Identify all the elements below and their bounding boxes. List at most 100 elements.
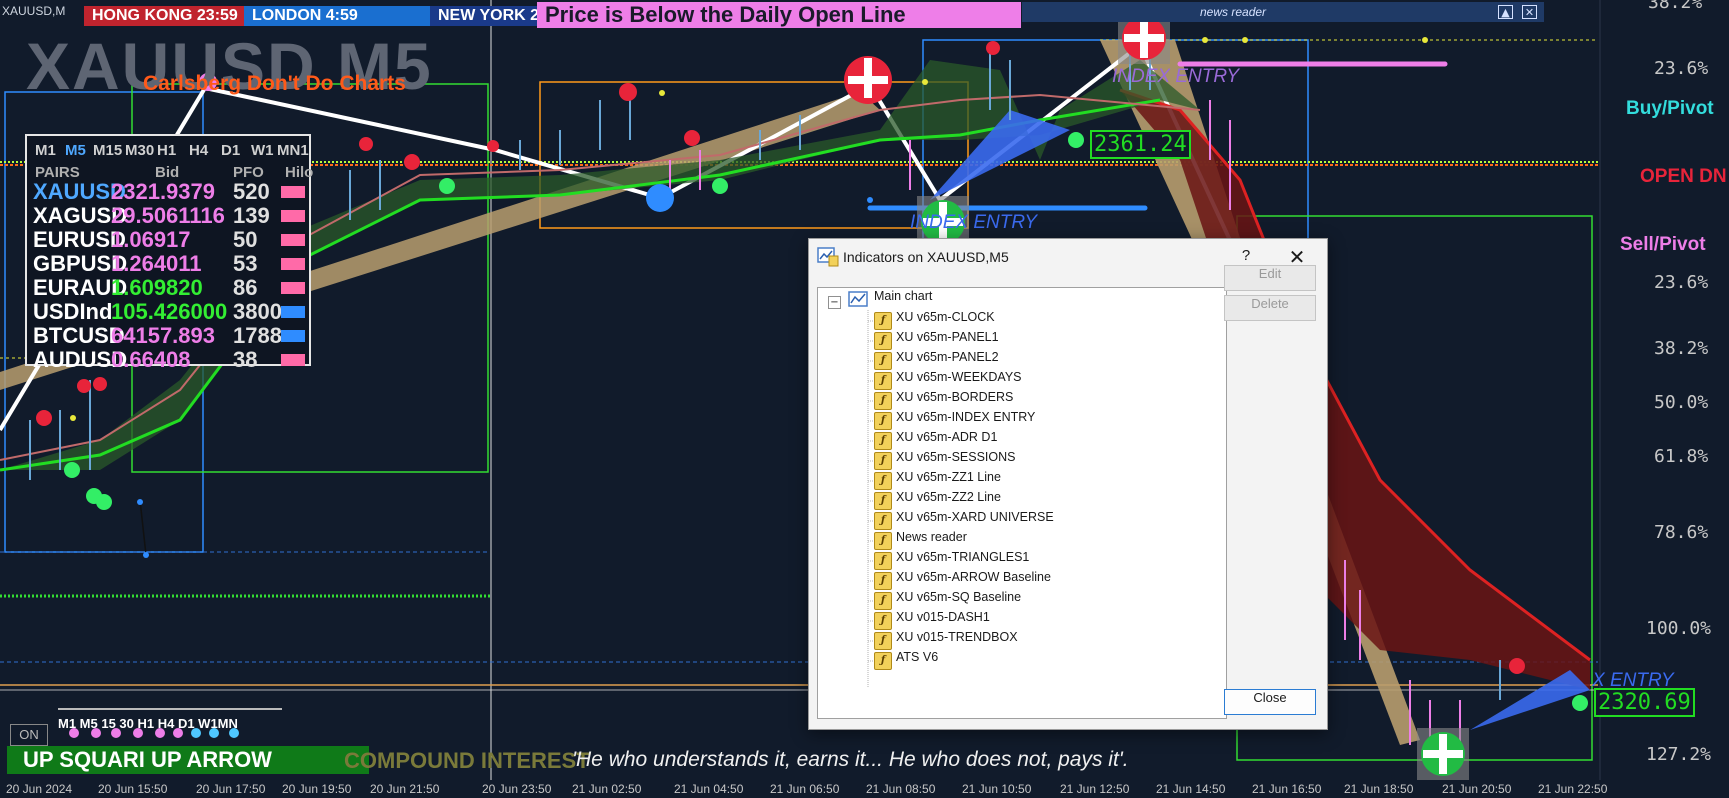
delete-button[interactable]: Delete	[1224, 295, 1316, 321]
indicator-fx-icon: ƒ	[874, 412, 892, 430]
indicator-item[interactable]: XU v65m-WEEKDAYS	[896, 370, 1022, 390]
pair-row[interactable]: GBPUSD 1.264011 53	[33, 252, 305, 276]
upper-price-label: 2361.24	[1090, 130, 1191, 159]
tf-d1[interactable]: D1	[221, 142, 240, 159]
time-tick-label: 21 Jun 10:50	[962, 782, 1032, 796]
pair-symbol: USDInd	[33, 299, 113, 324]
indicator-item[interactable]: XU v65m-PANEL1	[896, 330, 999, 350]
current-price-label: 2320.69	[1594, 688, 1695, 717]
indicator-item[interactable]: XU v65m-ARROW Baseline	[896, 570, 1051, 590]
indicator-fx-icon: ƒ	[874, 372, 892, 390]
indicator-item[interactable]: XU v65m-PANEL2	[896, 350, 999, 370]
open-line-label: OPEN DN	[1640, 166, 1727, 187]
indicator-fx-icon: ƒ	[874, 432, 892, 450]
time-tick-label: 21 Jun 20:50	[1442, 782, 1512, 796]
indicator-item[interactable]: XU v65m-INDEX ENTRY	[896, 410, 1035, 430]
indicator-item[interactable]: XU v65m-ADR D1	[896, 430, 997, 450]
time-tick-label: 20 Jun 15:50	[98, 782, 168, 796]
indicators-icon	[817, 247, 839, 267]
time-tick-label: 20 Jun 17:50	[196, 782, 266, 796]
index-entry-label: INDEX ENTRY	[910, 212, 1038, 233]
indicator-fx-icon: ƒ	[874, 472, 892, 490]
index-entry-label: INDEX ENTRY	[1112, 66, 1240, 87]
tree-collapse-icon[interactable]: −	[828, 296, 841, 309]
tf-m15[interactable]: M15	[93, 142, 122, 159]
pair-row[interactable]: USDInd 105.426000 3800	[33, 300, 305, 324]
time-tick-label: 20 Jun 19:50	[282, 782, 352, 796]
indicator-item[interactable]: XU v65m-ZZ1 Line	[896, 470, 1001, 490]
tf-m5[interactable]: M5	[65, 142, 86, 159]
sell-signal-icon	[844, 56, 892, 104]
pair-row[interactable]: XAGUSD 29.5061116 139	[33, 204, 305, 228]
pair-pfo: 50	[233, 227, 258, 252]
tf-h4[interactable]: H4	[189, 142, 208, 159]
indicator-item[interactable]: XU v65m-SQ Baseline	[896, 590, 1021, 610]
tf-m30[interactable]: M30	[125, 142, 154, 159]
tf-h1[interactable]: H1	[157, 142, 176, 159]
pair-pfo: 3800	[233, 299, 282, 324]
indicator-fx-icon: ƒ	[874, 632, 892, 650]
pair-row[interactable]: AUDUSD 0.66408 38	[33, 348, 305, 372]
fib-level: 61.8%	[1654, 446, 1709, 467]
pair-pfo: 1788	[233, 323, 282, 348]
clock-hong-kong: HONG KONG 23:59	[84, 6, 256, 26]
indicator-item[interactable]: XU v015-TRENDBOX	[896, 630, 1018, 650]
indicator-fx-icon: ƒ	[874, 552, 892, 570]
pair-row[interactable]: EURAUD 1.609820 86	[33, 276, 305, 300]
pair-bid: 64157.893	[111, 323, 215, 348]
price-position-banner: Price is Below the Daily Open Line	[537, 2, 1021, 28]
clock-london: LONDON 4:59	[244, 6, 440, 26]
indicator-item[interactable]: ATS V6	[896, 650, 938, 670]
pairs-panel: M1 M5 M15 M30 H1 H4 D1 W1 MN1 PAIRS Bid …	[25, 134, 314, 372]
indicator-item[interactable]: XU v65m-BORDERS	[896, 390, 1013, 410]
hilo-bar	[281, 354, 305, 366]
indicator-item[interactable]: XU v65m-ZZ2 Line	[896, 490, 1001, 510]
buy-signal-icon	[1417, 728, 1469, 780]
edit-button[interactable]: Edit	[1224, 265, 1316, 291]
indicator-item[interactable]: XU v015-DASH1	[896, 610, 990, 630]
time-tick-label: 20 Jun 2024	[6, 782, 73, 796]
hilo-bar	[281, 306, 305, 318]
sell-pivot-label: Sell/Pivot	[1620, 234, 1706, 255]
indicator-item[interactable]: XU v65m-XARD UNIVERSE	[896, 510, 1054, 530]
pair-row[interactable]: BTCUSD 64157.893 1788	[33, 324, 305, 348]
indicator-fx-icon: ƒ	[874, 532, 892, 550]
pair-bid: 1.609820	[111, 275, 203, 300]
pair-pfo: 38	[233, 347, 258, 372]
pair-row[interactable]: XAUUSD 2321.9379 520	[33, 180, 305, 204]
compound-interest-label: COMPOUND INTEREST	[344, 748, 590, 773]
pair-pfo: 86	[233, 275, 258, 300]
quote-text: 'He who understands it, earns it... He w…	[572, 748, 1129, 771]
indicator-item[interactable]: News reader	[896, 530, 967, 550]
indicator-item[interactable]: XU v65m-SESSIONS	[896, 450, 1015, 470]
dialog-title: Indicators on XAUUSD,M5	[843, 249, 1009, 265]
hilo-bar	[281, 282, 305, 294]
close-button[interactable]: Close	[1224, 689, 1316, 715]
pair-bid: 1.264011	[111, 251, 202, 276]
indicator-item[interactable]: XU v65m-TRIANGLES1	[896, 550, 1029, 570]
news-reader-bar[interactable]: news reader ▲ ✕	[1022, 2, 1544, 22]
indicator-item[interactable]: XU v65m-CLOCK	[896, 310, 995, 330]
on-toggle-button[interactable]: ON	[10, 724, 48, 746]
pair-row[interactable]: EURUSD 1.06917 50	[33, 228, 305, 252]
indicator-fx-icon: ƒ	[874, 352, 892, 370]
pair-bid: 1.06917	[111, 227, 191, 252]
tf-m1[interactable]: M1	[35, 142, 56, 159]
fib-level: 127.2%	[1646, 744, 1712, 765]
news-close-button[interactable]: ✕	[1522, 5, 1537, 19]
header-hilo: Hilo	[285, 164, 314, 181]
news-minimize-button[interactable]: ▲	[1498, 5, 1513, 19]
tf-mn1[interactable]: MN1	[277, 142, 309, 159]
indicator-fx-icon: ƒ	[874, 492, 892, 510]
indicator-fx-icon: ƒ	[874, 312, 892, 330]
tree-root-main-chart[interactable]: Main chart	[874, 289, 932, 309]
fib-level: 38.2%	[1654, 338, 1709, 359]
indicator-tree[interactable]: − Main chart ƒ XU v65m-CLOCK ƒ XU v65m-PANE…	[817, 287, 1227, 719]
time-tick-label: 20 Jun 23:50	[482, 782, 552, 796]
pair-bid: 29.5061116	[111, 203, 225, 228]
indicator-fx-icon: ƒ	[874, 392, 892, 410]
hilo-bar	[281, 210, 305, 222]
time-tick-label: 21 Jun 12:50	[1060, 782, 1130, 796]
tf-w1[interactable]: W1	[251, 142, 274, 159]
indicator-fx-icon: ƒ	[874, 572, 892, 590]
